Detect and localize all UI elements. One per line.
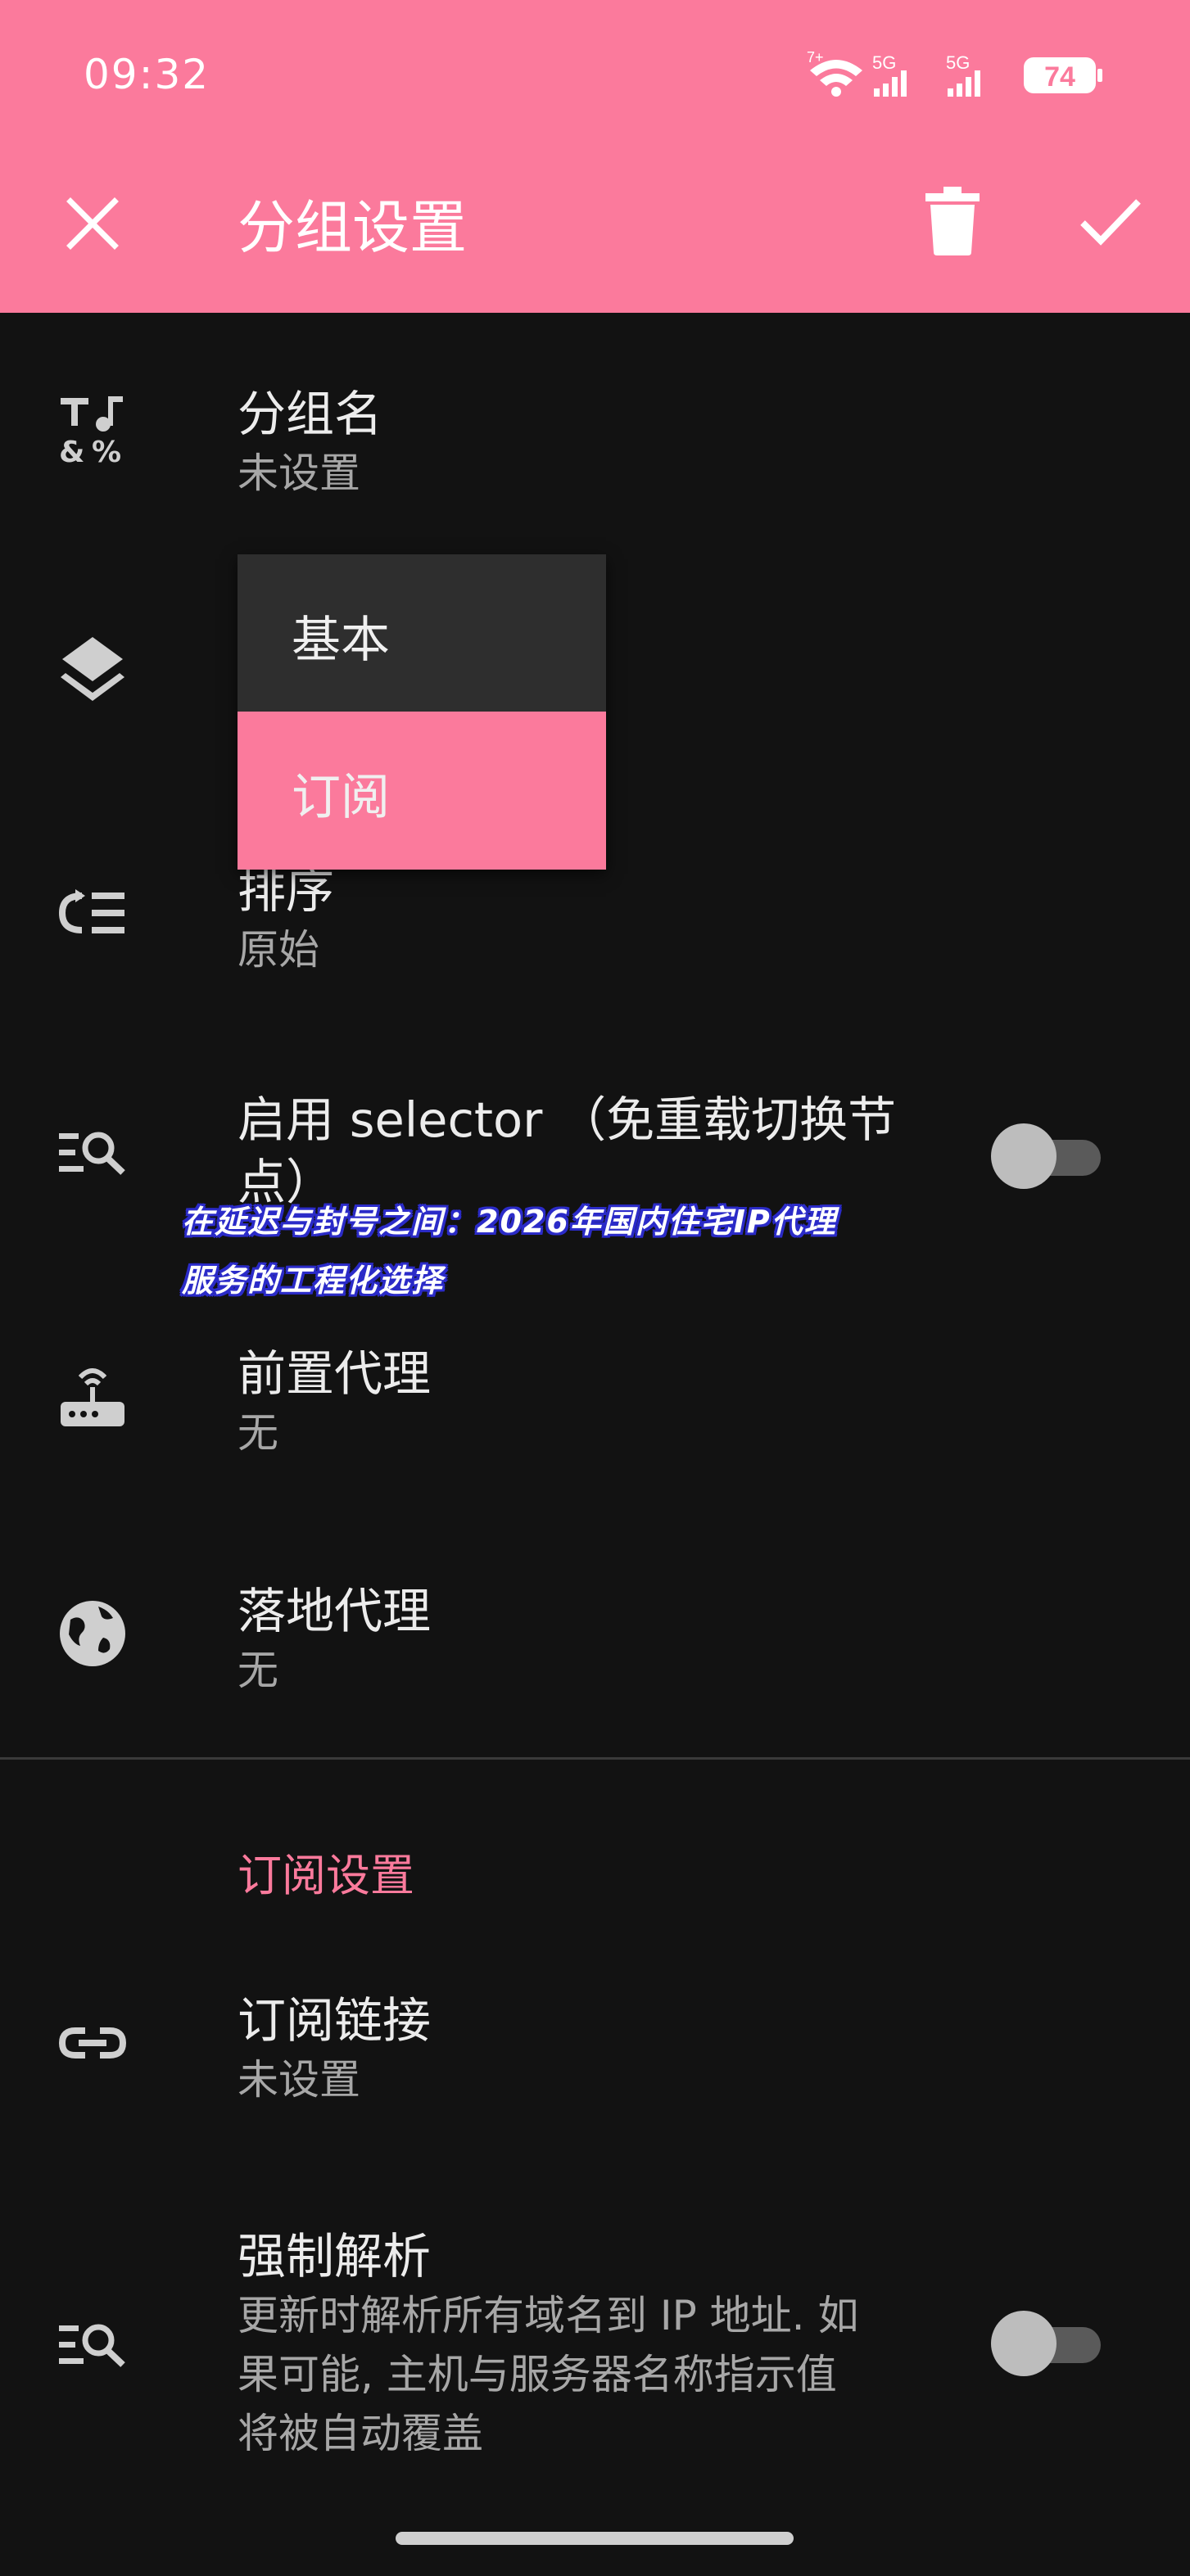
svg-text:&: &	[59, 436, 84, 465]
dropdown-option-label: 基本	[292, 612, 390, 669]
layers-icon	[61, 637, 124, 701]
signal-icon-2	[948, 70, 980, 97]
switch-thumb	[991, 2311, 1057, 2376]
front-proxy-row[interactable]: 前置代理 无	[0, 1318, 1190, 1482]
search-list-icon	[59, 2324, 125, 2367]
subscription-link-value: 未设置	[238, 2056, 360, 2104]
subscription-section-title: 订阅设置	[238, 1850, 414, 1901]
check-icon[interactable]	[1079, 197, 1142, 246]
toolbar	[0, 151, 1190, 313]
svg-text:%: %	[92, 436, 121, 465]
group-name-title: 分组名	[238, 386, 383, 442]
sort-value: 原始	[238, 926, 319, 974]
force-resolve-row[interactable]: 强制解析 更新时解析所有域名到 IP 地址. 如 果可能, 主机与服务器名称指示…	[0, 2211, 1190, 2489]
landing-proxy-value: 无	[238, 1647, 278, 1694]
wifi-label: 7+	[807, 51, 824, 66]
group-name-row[interactable]: & % 分组名 未设置	[0, 352, 1190, 516]
battery-icon: 74	[1024, 57, 1102, 93]
status-icons: 7+ 5G 5G 74	[807, 51, 1102, 97]
selector-switch[interactable]	[991, 1122, 1102, 1189]
status-time: 09:32	[84, 51, 210, 98]
front-proxy-title: 前置代理	[238, 1345, 432, 1402]
force-resolve-desc-line-1: 更新时解析所有域名到 IP 地址. 如	[238, 2292, 859, 2339]
section-divider	[0, 1757, 1190, 1760]
text-format-icon: & %	[59, 396, 123, 465]
landing-proxy-title: 落地代理	[238, 1583, 432, 1639]
group-name-value: 未设置	[238, 450, 360, 497]
switch-thumb	[991, 1123, 1057, 1189]
close-icon[interactable]	[66, 197, 120, 251]
home-indicator[interactable]	[396, 2532, 794, 2545]
landing-proxy-row[interactable]: 落地代理 无	[0, 1556, 1190, 1720]
status-bar: 09:32 7+ 5G 5G 74	[0, 0, 1190, 151]
subscription-link-row[interactable]: 订阅链接 未设置	[0, 1965, 1190, 2129]
group-type-dropdown: 基本 订阅	[238, 554, 606, 870]
overlay-banner: 在延迟与封号之间：2026年国内住宅IP代理 服务的工程化选择	[182, 1192, 1017, 1310]
force-resolve-desc-line-3: 将被自动覆盖	[238, 2410, 483, 2457]
trash-icon[interactable]	[922, 187, 983, 255]
sort-icon	[58, 889, 124, 933]
force-resolve-title: 强制解析	[238, 2228, 432, 2285]
globe-icon	[60, 1601, 125, 1666]
dropdown-option-basic[interactable]: 基本	[238, 554, 606, 712]
signal-icon-1	[874, 70, 907, 97]
page-title: 分组设置	[238, 194, 467, 261]
network-label-1: 5G	[872, 52, 896, 73]
dropdown-option-label: 订阅	[292, 769, 390, 826]
force-resolve-switch[interactable]	[991, 2309, 1102, 2376]
force-resolve-desc-line-2: 果可能, 主机与服务器名称指示值	[238, 2351, 837, 2398]
front-proxy-value: 无	[238, 1409, 278, 1457]
search-list-icon	[59, 1132, 125, 1175]
link-icon	[58, 2027, 127, 2059]
router-icon	[61, 1368, 124, 1426]
network-label-2: 5G	[946, 52, 970, 73]
dropdown-option-subscription[interactable]: 订阅	[238, 712, 606, 870]
svg-text:74: 74	[1044, 61, 1075, 93]
subscription-link-title: 订阅链接	[238, 1992, 432, 2049]
banner-line-2: 服务的工程化选择	[182, 1263, 445, 1299]
banner-line-1: 在延迟与封号之间：2026年国内住宅IP代理	[182, 1204, 837, 1240]
